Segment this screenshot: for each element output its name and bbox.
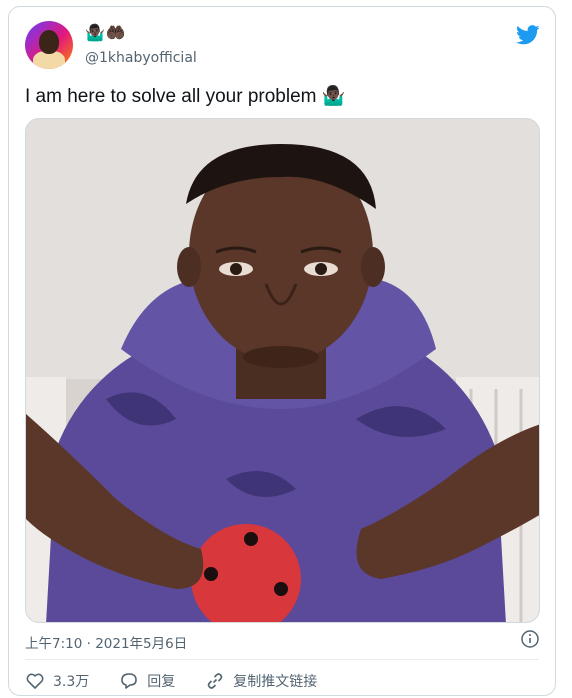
like-button[interactable]: 3.3万	[25, 671, 89, 691]
tweet-media-image[interactable]	[25, 118, 540, 623]
author-block: 🤷🏿‍♂️🤲🏿 @1khabyofficial	[85, 23, 197, 67]
link-icon	[207, 673, 223, 689]
copy-link-button[interactable]: 复制推文链接	[205, 671, 317, 691]
reply-bubble-icon	[121, 673, 138, 689]
actions-divider	[25, 659, 539, 660]
video-frame	[26, 119, 539, 622]
reply-label: 回复	[147, 674, 176, 690]
tweet-header: 🤷🏿‍♂️🤲🏿 @1khabyofficial	[25, 21, 540, 71]
info-icon[interactable]	[521, 630, 539, 648]
tweet-actions: 3.3万 回复 复制推文链接	[25, 671, 317, 691]
copy-link-label: 复制推文链接	[233, 674, 318, 690]
heart-icon	[26, 673, 44, 689]
like-count: 3.3万	[53, 674, 90, 690]
tweet-timestamp[interactable]: 上午7:10 · 2021年5月6日	[25, 632, 187, 652]
twitter-bird-icon[interactable]	[516, 25, 540, 45]
tweet-text: I am here to solve all your problem 🤷🏿‍♂…	[25, 86, 346, 107]
tweet-card: 🤷🏿‍♂️🤲🏿 @1khabyofficial I am here to sol…	[8, 6, 556, 696]
avatar-face	[39, 30, 59, 54]
reply-button[interactable]: 回复	[119, 671, 175, 691]
avatar[interactable]	[25, 21, 73, 69]
author-display-name[interactable]: 🤷🏿‍♂️🤲🏿	[85, 23, 197, 43]
author-handle[interactable]: @1khabyofficial	[85, 49, 197, 67]
